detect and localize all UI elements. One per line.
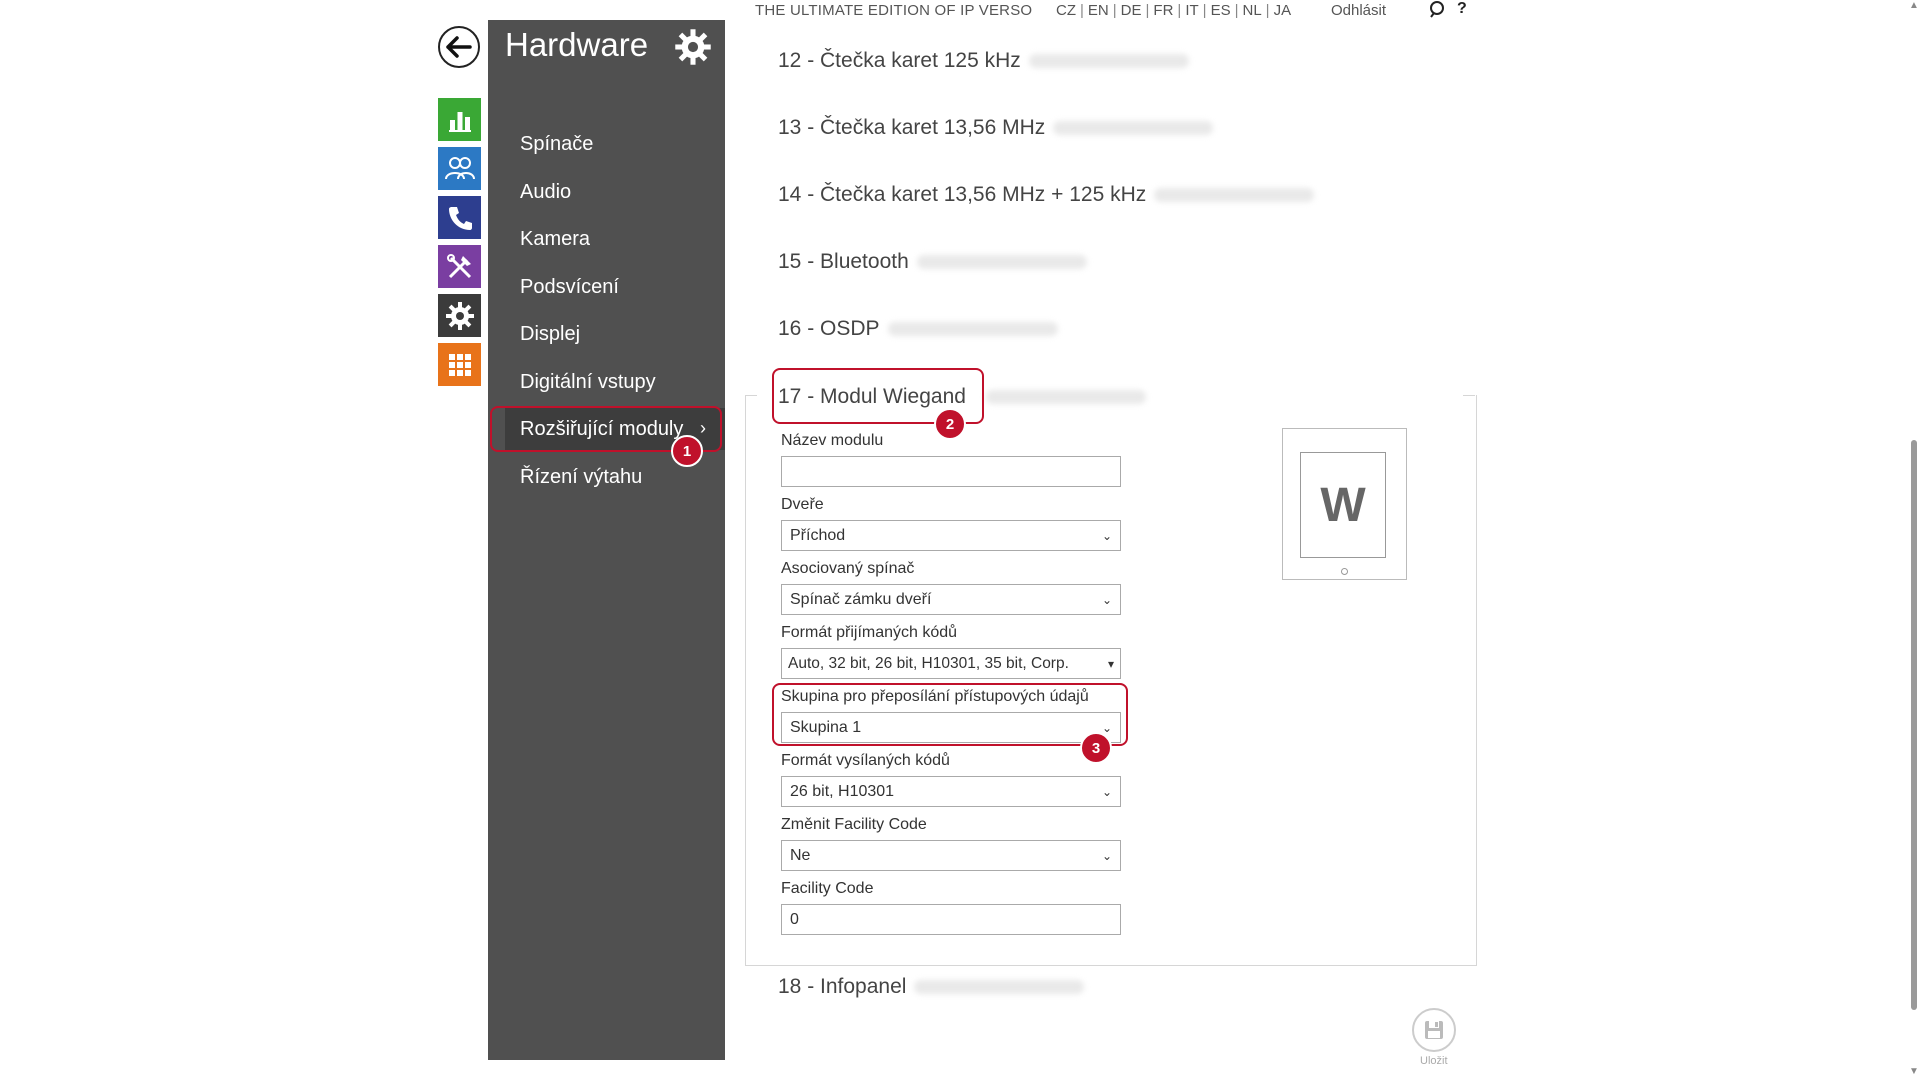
sidebar-item-kamera[interactable]: Kamera — [520, 228, 590, 251]
door-select[interactable]: Příchod ⌄ — [781, 520, 1121, 551]
module-label: 14 - Čtečka karet 13,56 MHz + 125 kHz — [778, 183, 1147, 206]
module-card-reader-dual[interactable]: 14 - Čtečka karet 13,56 MHz + 125 kHz — [778, 183, 1315, 207]
sidebar-item-digitalni-vstupy[interactable]: Digitální vstupy — [520, 371, 656, 394]
hardware-icon[interactable] — [438, 294, 481, 337]
highlight-box-3 — [772, 683, 1128, 746]
step-badge-3: 3 — [1080, 732, 1112, 764]
system-icon[interactable] — [438, 343, 481, 386]
change-fc-select[interactable]: Ne ⌄ — [781, 840, 1121, 871]
lang-cz[interactable]: CZ — [1056, 2, 1076, 19]
rx-format-label: Formát přijímaných kódů — [781, 624, 958, 641]
directory-icon[interactable] — [438, 147, 481, 190]
chevron-down-icon: ⌄ — [1101, 784, 1112, 799]
panel-border-top-right — [1463, 395, 1475, 396]
module-bluetooth[interactable]: 15 - Bluetooth — [778, 250, 1087, 274]
switch-label: Asociovaný spínač — [781, 560, 915, 577]
facility-code-input[interactable] — [781, 904, 1121, 935]
language-switcher: CZ | EN | DE | FR | IT | ES | NL | JA — [1056, 2, 1292, 19]
scroll-down-icon[interactable]: ▼ — [1909, 1066, 1919, 1077]
module-card-reader-125[interactable]: 12 - Čtečka karet 125 kHz — [778, 49, 1189, 73]
module-label: 18 - Infopanel — [778, 975, 907, 998]
tx-format-label: Formát vysílaných kódů — [781, 752, 950, 769]
switch-select[interactable]: Spínač zámku dveří ⌄ — [781, 584, 1121, 615]
scroll-up-icon[interactable]: ▲ — [1909, 0, 1919, 11]
change-fc-value: Ne — [790, 846, 811, 864]
step-badge-2: 2 — [934, 408, 966, 440]
sidebar — [488, 20, 725, 1060]
help-icon[interactable]: ? — [1457, 0, 1467, 18]
rx-format-select[interactable]: Auto, 32 bit, 26 bit, H10301, 35 bit, Co… — [781, 648, 1121, 679]
status-icon[interactable] — [438, 98, 481, 141]
switch-value: Spínač zámku dveří — [790, 590, 932, 608]
sidebar-item-audio[interactable]: Audio — [520, 181, 571, 204]
module-thumbnail-letter: W — [1300, 452, 1386, 558]
module-label: 12 - Čtečka karet 125 kHz — [778, 49, 1021, 72]
module-name-input[interactable] — [781, 456, 1121, 487]
door-label: Dveře — [781, 496, 824, 513]
lang-it[interactable]: IT — [1185, 2, 1198, 19]
step-badge-1: 1 — [671, 435, 703, 467]
lang-nl[interactable]: NL — [1242, 2, 1261, 19]
sidebar-item-displej[interactable]: Displej — [520, 323, 580, 346]
module-osdp[interactable]: 16 - OSDP — [778, 317, 1058, 341]
lang-ja[interactable]: JA — [1274, 2, 1292, 19]
module-label: 15 - Bluetooth — [778, 250, 909, 273]
gear-icon — [674, 28, 712, 66]
lang-es[interactable]: ES — [1211, 2, 1231, 19]
thumbnail-dot — [1341, 568, 1348, 575]
services-icon[interactable] — [438, 245, 481, 288]
tx-format-value: 26 bit, H10301 — [790, 782, 895, 800]
logout-link[interactable]: Odhlásit — [1331, 2, 1386, 19]
chevron-down-icon: ⌄ — [1101, 528, 1112, 543]
chevron-down-icon: ⌄ — [1101, 848, 1112, 863]
module-name-label: Název modulu — [781, 432, 884, 449]
phone-icon[interactable] — [438, 196, 481, 239]
scrollbar-thumb[interactable] — [1911, 440, 1917, 1010]
tx-format-select[interactable]: 26 bit, H10301 ⌄ — [781, 776, 1121, 807]
search-icon[interactable] — [1428, 0, 1448, 20]
module-infopanel[interactable]: 18 - Infopanel — [778, 975, 1085, 999]
sidebar-item-rizeni-vytahu[interactable]: Řízení výtahu — [520, 466, 642, 489]
caret-down-icon: ▾ — [1107, 656, 1114, 671]
module-card-reader-1356[interactable]: 13 - Čtečka karet 13,56 MHz — [778, 116, 1214, 140]
lang-de[interactable]: DE — [1121, 2, 1142, 19]
edition-title: THE ULTIMATE EDITION OF IP VERSO — [755, 2, 1033, 19]
floppy-disk-icon — [1425, 1021, 1443, 1039]
change-fc-label: Změnit Facility Code — [781, 816, 927, 833]
save-button[interactable] — [1412, 1008, 1456, 1052]
lang-en[interactable]: EN — [1088, 2, 1109, 19]
facility-code-label: Facility Code — [781, 880, 874, 897]
arrow-left-icon — [446, 36, 472, 58]
rx-format-value: Auto, 32 bit, 26 bit, H10301, 35 bit, Co… — [788, 654, 1069, 672]
lang-fr[interactable]: FR — [1153, 2, 1173, 19]
sidebar-item-spinace[interactable]: Spínače — [520, 133, 593, 156]
back-button[interactable] — [438, 26, 480, 68]
door-value: Příchod — [790, 526, 846, 544]
sidebar-item-podsviceni[interactable]: Podsvícení — [520, 276, 619, 299]
panel-border-top — [745, 395, 757, 396]
save-label: Uložit — [1420, 1055, 1448, 1067]
chevron-down-icon: ⌄ — [1101, 592, 1112, 607]
module-label: 13 - Čtečka karet 13,56 MHz — [778, 116, 1046, 139]
module-label: 16 - OSDP — [778, 317, 880, 340]
sidebar-title: Hardware — [505, 26, 649, 63]
